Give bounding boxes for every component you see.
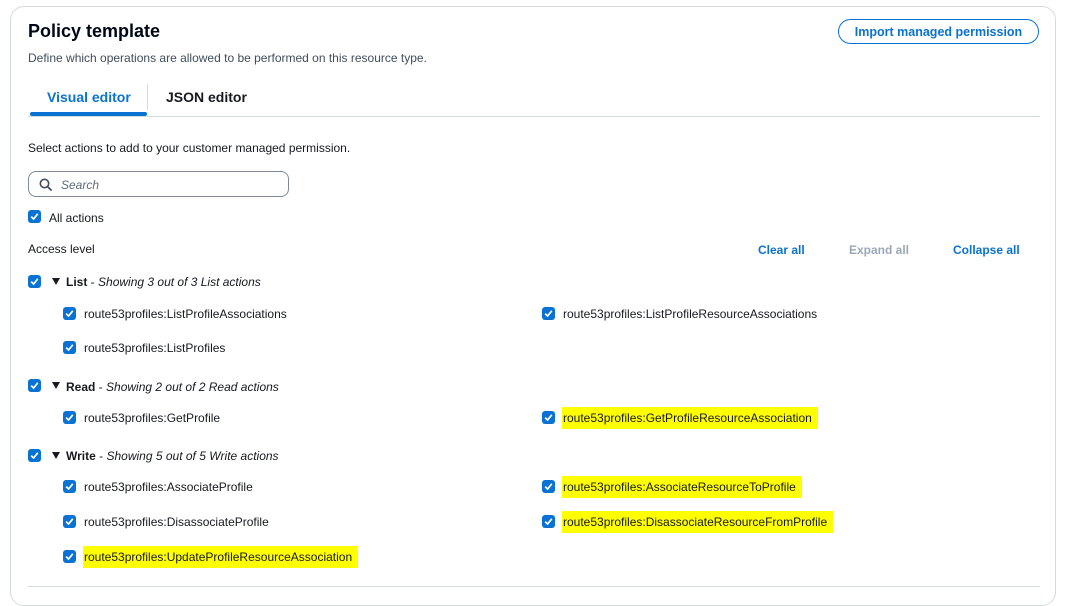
action-checkbox[interactable] xyxy=(63,550,76,563)
checkmark-icon xyxy=(65,414,74,422)
action-checkbox[interactable] xyxy=(63,411,76,424)
search-icon xyxy=(39,178,52,191)
action-label: route53profiles:ListProfileAssociations xyxy=(84,307,287,321)
search-input[interactable] xyxy=(59,175,283,195)
checkmark-icon xyxy=(65,553,74,561)
collapse-caret-icon[interactable] xyxy=(52,278,60,285)
group-name: Read xyxy=(66,380,96,394)
collapse-all-link[interactable]: Collapse all xyxy=(953,243,1020,257)
checkmark-icon xyxy=(30,213,39,221)
action-label-highlighted: route53profiles:DisassociateResourceFrom… xyxy=(562,511,834,533)
page-title: Policy template xyxy=(28,21,161,41)
group-name: Write xyxy=(66,449,96,463)
action-checkbox[interactable] xyxy=(542,307,555,320)
action-checkbox[interactable] xyxy=(542,411,555,424)
checkmark-icon xyxy=(65,310,74,318)
write-group-header: Write - Showing 5 out of 5 Write actions xyxy=(66,449,279,463)
checkmark-icon xyxy=(544,310,553,318)
group-summary: Showing 2 out of 2 Read actions xyxy=(106,380,279,394)
collapse-caret-icon[interactable] xyxy=(52,382,60,389)
tab-json-editor[interactable]: JSON editor xyxy=(166,89,247,105)
action-label: route53profiles:AssociateProfile xyxy=(84,480,253,494)
action-checkbox[interactable] xyxy=(63,341,76,354)
tab-visual-editor[interactable]: Visual editor xyxy=(47,89,131,105)
list-group-header: List - Showing 3 out of 3 List actions xyxy=(66,275,261,289)
clear-all-link[interactable]: Clear all xyxy=(758,243,805,257)
tabs-divider xyxy=(28,116,1040,117)
checkmark-icon xyxy=(544,414,553,422)
import-managed-permission-button[interactable]: Import managed permission xyxy=(838,19,1039,44)
action-checkbox[interactable] xyxy=(542,480,555,493)
access-level-label: Access level xyxy=(28,242,95,256)
group-name: List xyxy=(66,275,88,289)
checkmark-icon xyxy=(30,278,39,286)
page-description: Define which operations are allowed to b… xyxy=(28,51,427,65)
all-actions-label: All actions xyxy=(49,211,104,225)
checkmark-icon xyxy=(30,452,39,460)
action-label-highlighted: route53profiles:AssociateResourceToProfi… xyxy=(562,476,802,498)
action-label-highlighted: route53profiles:UpdateProfileResourceAss… xyxy=(83,546,359,568)
search-box xyxy=(28,171,289,197)
action-checkbox[interactable] xyxy=(63,480,76,493)
action-checkbox[interactable] xyxy=(542,515,555,528)
expand-all-link: Expand all xyxy=(849,243,910,257)
checkmark-icon xyxy=(544,483,553,491)
action-checkbox[interactable] xyxy=(63,307,76,320)
tab-separator xyxy=(147,84,148,110)
group-summary: Showing 5 out of 5 Write actions xyxy=(106,449,279,463)
section-divider xyxy=(28,586,1040,587)
action-label: route53profiles:ListProfileResourceAssoc… xyxy=(563,307,818,321)
read-group-checkbox[interactable] xyxy=(28,379,41,392)
action-label: route53profiles:ListProfiles xyxy=(84,341,226,355)
action-checkbox[interactable] xyxy=(63,515,76,528)
write-group-checkbox[interactable] xyxy=(28,449,41,462)
all-actions-checkbox[interactable] xyxy=(28,210,41,223)
checkmark-icon xyxy=(65,518,74,526)
checkmark-icon xyxy=(65,483,74,491)
action-label: route53profiles:DisassociateProfile xyxy=(84,515,269,529)
checkmark-icon xyxy=(544,518,553,526)
checkmark-icon xyxy=(65,344,74,352)
read-group-header: Read - Showing 2 out of 2 Read actions xyxy=(66,380,279,394)
collapse-caret-icon[interactable] xyxy=(52,452,60,459)
list-group-checkbox[interactable] xyxy=(28,275,41,288)
checkmark-icon xyxy=(30,382,39,390)
instructions-text: Select actions to add to your customer m… xyxy=(28,141,351,155)
action-label-highlighted: route53profiles:GetProfileResourceAssoci… xyxy=(562,407,818,429)
group-summary: Showing 3 out of 3 List actions xyxy=(98,275,261,289)
action-label: route53profiles:GetProfile xyxy=(84,411,221,425)
